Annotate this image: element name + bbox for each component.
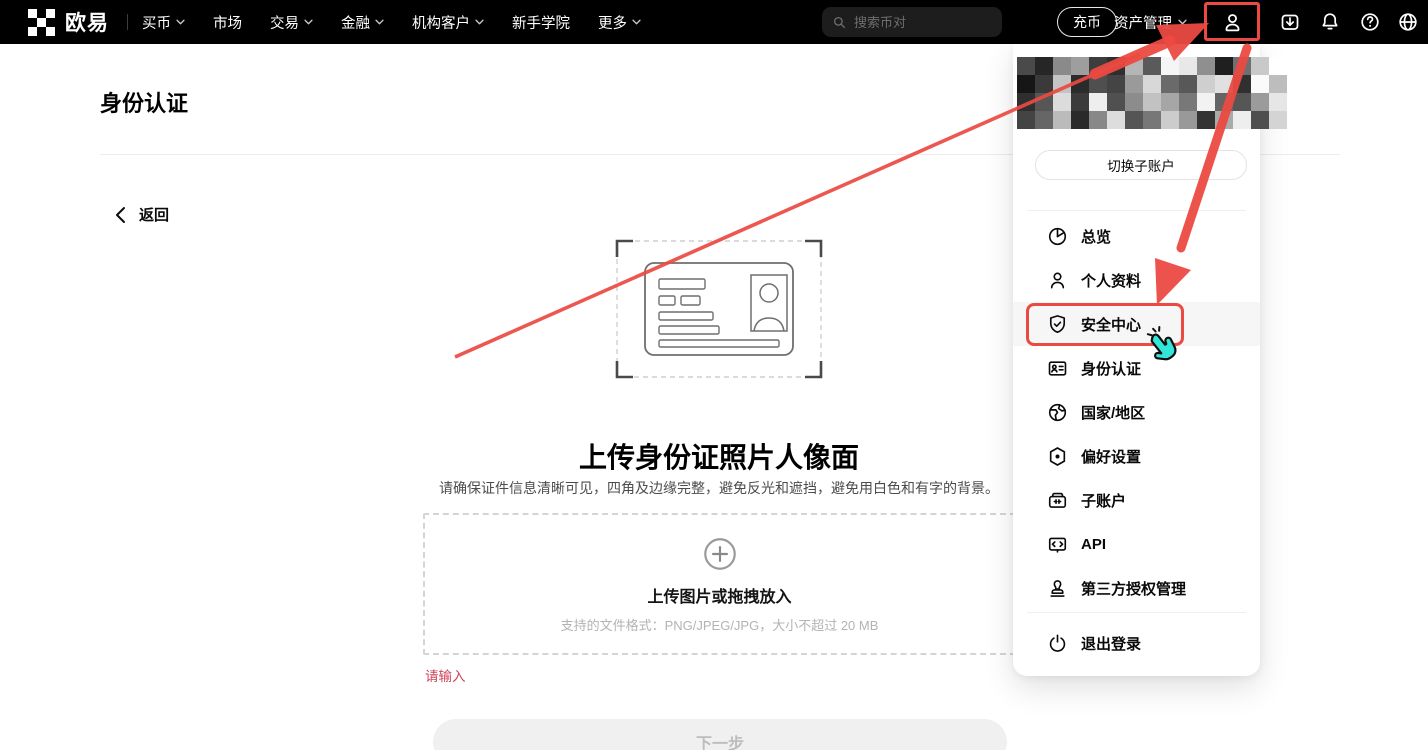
primary-nav: 买币 市场 交易 金融 机构客户 新手学院 更多	[142, 12, 641, 33]
pie-chart-icon	[1046, 225, 1068, 247]
notifications-button[interactable]	[1310, 0, 1350, 44]
menu-item-identity-verification[interactable]: 身份认证	[1013, 346, 1260, 390]
okx-logo-text: 欧易	[65, 7, 109, 37]
back-label: 返回	[139, 204, 169, 225]
upload-heading: 上传身份证照片人像面	[419, 436, 1019, 476]
shield-check-icon	[1046, 313, 1068, 335]
nav-item-buy-crypto[interactable]: 买币	[142, 12, 185, 33]
chevron-down-icon	[475, 19, 484, 25]
id-card-icon	[1046, 357, 1068, 379]
id-card-illustration	[611, 235, 827, 383]
next-step-button[interactable]: 下一步	[433, 719, 1007, 750]
search-input[interactable]	[854, 15, 992, 30]
nav-item-institutional[interactable]: 机构客户	[412, 12, 484, 33]
download-app-button[interactable]	[1270, 0, 1310, 44]
assets-menu[interactable]: 资产管理	[1114, 0, 1187, 44]
nav-item-more[interactable]: 更多	[598, 12, 641, 33]
nav-item-trade[interactable]: 交易	[270, 12, 313, 33]
validation-error-text: 请输入	[425, 665, 466, 685]
dropdown-divider	[1027, 210, 1246, 211]
subaccount-icon	[1046, 489, 1068, 511]
menu-item-profile[interactable]: 个人资料	[1013, 258, 1260, 302]
dropzone-formats: 支持的文件格式：PNG/JPEG/JPG，大小不超过 20 MB	[561, 615, 879, 634]
question-circle-icon	[1359, 11, 1381, 33]
nav-item-finance[interactable]: 金融	[341, 12, 384, 33]
okx-logo-icon	[28, 9, 55, 36]
page-title: 身份认证	[100, 86, 188, 118]
menu-item-security-center[interactable]: 安全中心	[1013, 302, 1260, 346]
help-button[interactable]	[1350, 0, 1390, 44]
menu-item-api[interactable]: API	[1013, 522, 1260, 566]
back-link[interactable]: 返回	[115, 204, 169, 225]
preferences-icon	[1046, 445, 1068, 467]
api-icon	[1046, 533, 1068, 555]
search-box[interactable]	[822, 7, 1002, 37]
chevron-down-icon	[375, 19, 384, 25]
search-icon	[832, 15, 847, 30]
menu-item-third-party-auth[interactable]: 第三方授权管理	[1013, 566, 1260, 610]
okx-identity-verification-page: 欧易 买币 市场 交易 金融 机构客户 新手学院	[0, 0, 1428, 750]
upload-hint: 请确保证件信息清晰可见，四角及边缘完整，避免反光和遮挡，避免用白色和有字的背景。	[409, 478, 1029, 498]
top-navbar: 欧易 买币 市场 交易 金融 机构客户 新手学院	[0, 0, 1428, 44]
menu-item-logout[interactable]: 退出登录	[1013, 621, 1260, 665]
nav-item-academy[interactable]: 新手学院	[512, 12, 570, 33]
globe-icon	[1046, 401, 1068, 423]
upload-dropzone[interactable]: 上传图片或拖拽放入 支持的文件格式：PNG/JPEG/JPG，大小不超过 20 …	[423, 513, 1016, 655]
dropdown-divider	[1027, 612, 1246, 613]
globe-icon	[1397, 11, 1419, 33]
menu-item-preferences[interactable]: 偏好设置	[1013, 434, 1260, 478]
chevron-down-icon	[632, 19, 641, 25]
chevron-down-icon	[304, 19, 313, 25]
chevron-down-icon	[1178, 19, 1187, 25]
account-menu-list: 总览 个人资料 安全中心 身份认证	[1013, 214, 1260, 610]
account-dropdown: 切换子账户 总览 个人资料 安全中心	[1013, 44, 1260, 676]
nav-divider	[127, 14, 128, 30]
bell-icon	[1319, 11, 1341, 33]
power-icon	[1046, 632, 1068, 654]
language-button[interactable]	[1388, 0, 1428, 44]
switch-subaccount-button[interactable]: 切换子账户	[1035, 150, 1247, 180]
dropzone-label: 上传图片或拖拽放入	[647, 583, 791, 607]
menu-item-country-region[interactable]: 国家/地区	[1013, 390, 1260, 434]
deposit-button[interactable]: 充币	[1057, 7, 1117, 37]
user-account-button[interactable]	[1212, 0, 1252, 44]
download-icon	[1279, 11, 1301, 33]
chevron-left-icon	[115, 206, 126, 224]
user-account-icon	[1221, 11, 1244, 34]
stamp-icon	[1046, 577, 1068, 599]
nav-item-markets[interactable]: 市场	[213, 12, 242, 33]
plus-circle-icon	[701, 535, 739, 573]
chevron-down-icon	[176, 19, 185, 25]
censored-avatar	[1017, 57, 1287, 129]
person-icon	[1046, 269, 1068, 291]
menu-item-overview[interactable]: 总览	[1013, 214, 1260, 258]
logout-section: 退出登录	[1013, 621, 1260, 665]
okx-logo[interactable]: 欧易	[28, 7, 109, 37]
menu-item-subaccounts[interactable]: 子账户	[1013, 478, 1260, 522]
